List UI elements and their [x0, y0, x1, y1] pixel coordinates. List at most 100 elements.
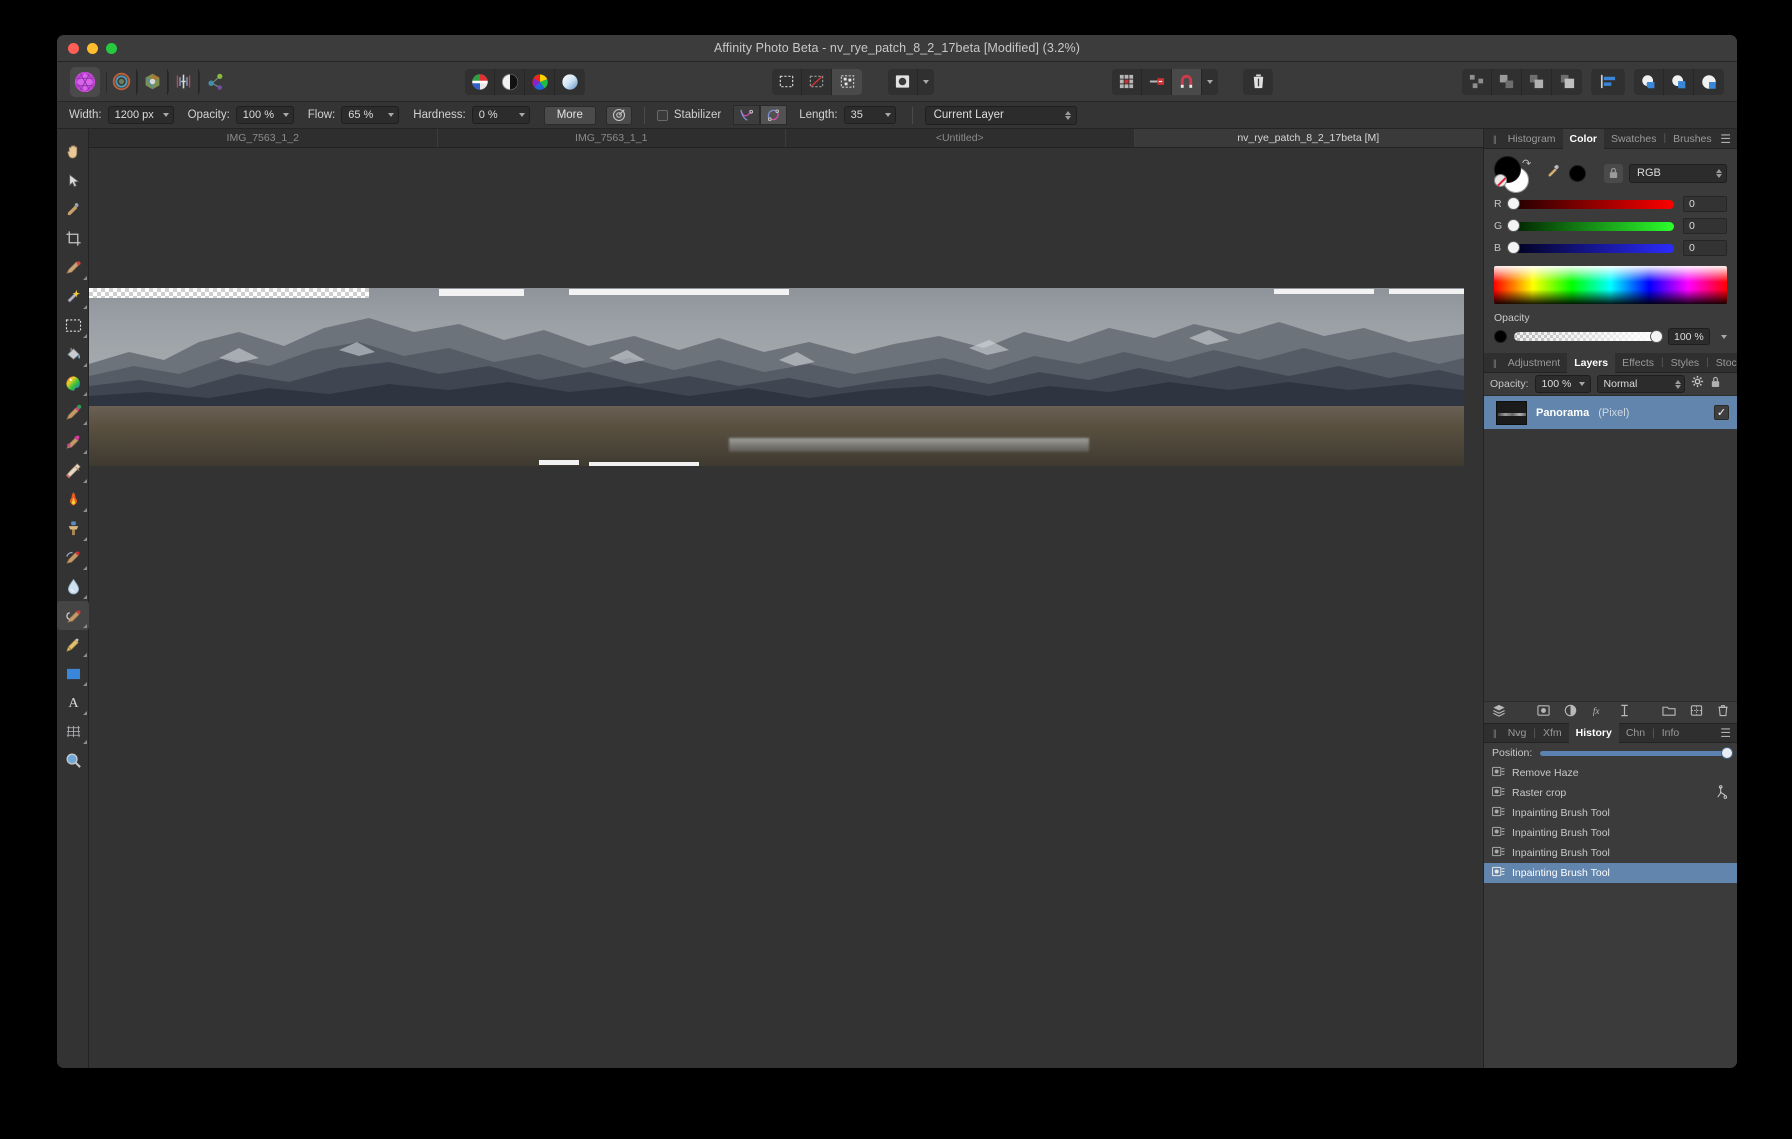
gradient-sphere-icon[interactable]	[555, 69, 585, 95]
brush-flow-input[interactable]: 65 %	[341, 106, 400, 124]
document-tab-3[interactable]: nv_rye_patch_8_2_17beta [M]	[1134, 129, 1483, 147]
history-item[interactable]: Raster crop	[1484, 783, 1737, 803]
panel-grip-icon[interactable]: ||	[1488, 134, 1501, 144]
grid-icon[interactable]	[1112, 68, 1142, 95]
color-replacement-brush-icon[interactable]	[57, 427, 89, 456]
tab-styles[interactable]: Styles	[1664, 353, 1707, 373]
layers-list[interactable]: Panorama (Pixel) ✓	[1484, 396, 1737, 701]
paint-mixer-tool[interactable]	[57, 369, 89, 398]
layer-opacity-input[interactable]: 100 %	[1534, 375, 1591, 393]
trash-icon[interactable]	[1243, 69, 1273, 95]
blend-mode-select[interactable]: Normal	[1596, 375, 1685, 393]
window-controls[interactable]	[68, 43, 117, 54]
brush-target-icon[interactable]	[605, 105, 632, 125]
magnet-dropdown-icon[interactable]	[1202, 69, 1218, 95]
personas-tonemap-icon[interactable]	[169, 68, 199, 95]
clone-brush-tool[interactable]	[57, 514, 89, 543]
eyedropper-icon[interactable]	[1546, 163, 1562, 184]
new-group-icon[interactable]	[1662, 704, 1676, 722]
mask-dropdown-icon[interactable]	[918, 69, 934, 95]
blur-brush-tool[interactable]	[57, 572, 89, 601]
crop-tool[interactable]	[57, 224, 89, 253]
panorama-image[interactable]	[89, 288, 1464, 466]
secondary-color-swatch[interactable]	[1569, 164, 1586, 182]
color-picker-tool[interactable]	[57, 195, 89, 224]
document-tab-2[interactable]: <Untitled>	[786, 129, 1135, 147]
tab-effects[interactable]: Effects	[1615, 353, 1661, 373]
arrange-forward-icon[interactable]	[1522, 68, 1552, 95]
stabilizer-rope-icon[interactable]	[733, 105, 761, 125]
mask-circle-icon[interactable]	[888, 68, 918, 95]
marquee-tool[interactable]	[57, 311, 89, 340]
color-opacity-value[interactable]: 100 %	[1668, 328, 1710, 345]
undo-brush-tool[interactable]	[57, 543, 89, 572]
rectangle-tool[interactable]	[57, 659, 89, 688]
delete-layer-icon[interactable]	[1717, 704, 1729, 722]
document-tab-0[interactable]: IMG_7563_1_2	[89, 129, 438, 147]
align-left-icon[interactable]	[1591, 69, 1625, 95]
artistic-text-tool[interactable]: A	[57, 688, 89, 717]
affinity-photo-logo-icon[interactable]	[70, 66, 100, 97]
tab-swatches[interactable]: Swatches	[1604, 129, 1664, 149]
channel-value-r[interactable]: 0	[1683, 196, 1727, 212]
stabilizer-length-input[interactable]: 35	[843, 106, 896, 124]
history-item[interactable]: Inpainting Brush Tool	[1484, 843, 1737, 863]
no-color-swatch[interactable]	[1494, 174, 1507, 187]
zoom-tool[interactable]	[57, 746, 89, 775]
panel-menu-icon[interactable]: ☰	[1720, 727, 1737, 739]
chevron-down-icon[interactable]	[1579, 382, 1586, 386]
swap-colors-icon[interactable]: ↷	[1522, 157, 1531, 170]
chevron-down-icon[interactable]	[162, 113, 169, 117]
contrast-icon[interactable]	[495, 68, 525, 95]
refine-selection-icon[interactable]	[832, 68, 862, 95]
channel-slider-g[interactable]	[1507, 219, 1674, 232]
move-tool[interactable]	[57, 166, 89, 195]
brush-hardness-input[interactable]: 0 %	[471, 106, 530, 124]
history-item-selected[interactable]: Inpainting Brush Tool	[1484, 863, 1737, 883]
channel-value-g[interactable]: 0	[1683, 218, 1727, 234]
personas-liquify-icon[interactable]	[138, 68, 168, 95]
slider-knob[interactable]	[1507, 197, 1520, 210]
adjustment-layer-icon[interactable]	[1564, 704, 1577, 722]
panel-grip-icon[interactable]: ||	[1488, 728, 1501, 738]
layers-stack-icon[interactable]	[1492, 703, 1506, 722]
document-tab-1[interactable]: IMG_7563_1_1	[438, 129, 786, 147]
maximize-window-button[interactable]	[106, 43, 117, 54]
blend-mode-stepper-icon[interactable]	[1674, 379, 1681, 389]
history-item[interactable]: Remove Haze	[1484, 763, 1737, 783]
chevron-down-icon[interactable]	[282, 113, 289, 117]
chevron-down-icon[interactable]	[518, 113, 525, 117]
slider-knob[interactable]	[1507, 241, 1520, 254]
inpaint-source-select[interactable]: Current Layer	[924, 105, 1077, 125]
color-opacity-slider[interactable]	[1514, 329, 1663, 343]
pen-tool[interactable]	[57, 630, 89, 659]
color-spectrum-strip[interactable]	[1494, 266, 1727, 304]
brush-width-input[interactable]: 1200 px	[107, 106, 174, 124]
layer-row-panorama[interactable]: Panorama (Pixel) ✓	[1484, 396, 1737, 429]
tab-stock[interactable]: Stock	[1709, 353, 1737, 373]
slider-knob[interactable]	[1650, 329, 1663, 343]
chevron-down-icon[interactable]	[884, 113, 891, 117]
tab-histogram[interactable]: Histogram	[1501, 129, 1563, 149]
minimize-window-button[interactable]	[87, 43, 98, 54]
magnet-icon[interactable]	[1172, 68, 1202, 95]
personas-photo-icon[interactable]	[107, 68, 137, 95]
flood-select-tool[interactable]	[57, 282, 89, 311]
live-filter-layer-icon[interactable]: fx	[1591, 704, 1604, 722]
slider-knob[interactable]	[1721, 746, 1733, 759]
stabilizer-mode-toggle[interactable]	[733, 105, 788, 125]
tab-history[interactable]: History	[1568, 723, 1619, 743]
history-branch-icon[interactable]	[1717, 784, 1729, 802]
levels-icon[interactable]	[465, 68, 495, 95]
inpainting-brush-tool[interactable]	[57, 601, 89, 630]
erase-brush-tool[interactable]	[57, 456, 89, 485]
lock-icon[interactable]	[1604, 163, 1623, 183]
panel-menu-icon[interactable]: ☰	[1720, 133, 1737, 145]
stabilizer-checkbox-box[interactable]	[656, 109, 668, 121]
close-window-button[interactable]	[68, 43, 79, 54]
canvas[interactable]	[89, 148, 1483, 1068]
arrange-front-icon[interactable]	[1552, 69, 1582, 95]
history-list[interactable]: Remove Haze Raster crop Inpainting Brush…	[1484, 763, 1737, 1068]
gear-icon[interactable]	[1691, 375, 1704, 393]
select-rectangle-icon[interactable]	[772, 68, 802, 95]
